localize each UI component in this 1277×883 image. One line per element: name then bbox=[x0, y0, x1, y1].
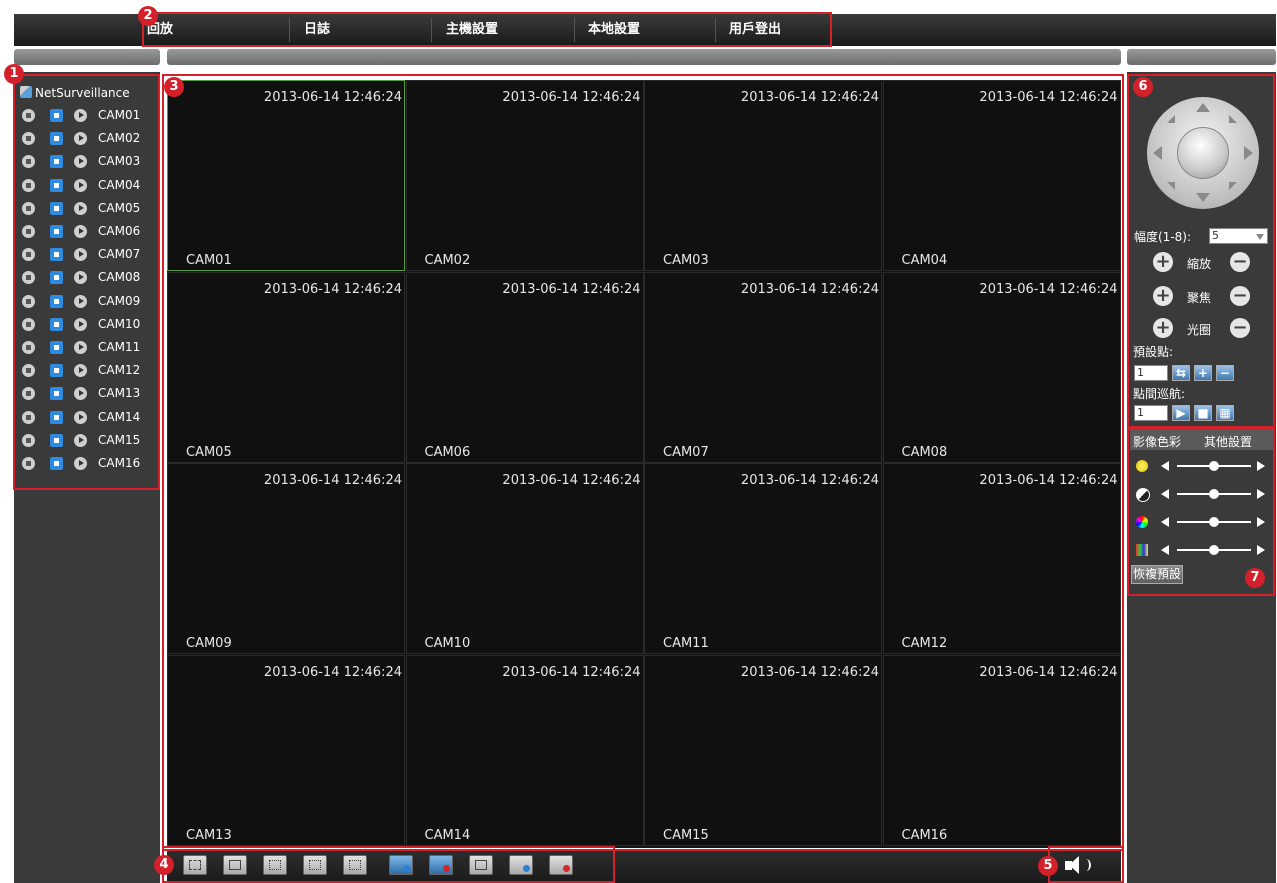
annotation-box-6 bbox=[1127, 74, 1275, 428]
left-header-strip bbox=[14, 49, 160, 65]
annotation-badge-7: 7 bbox=[1245, 568, 1265, 588]
right-header-strip bbox=[1127, 49, 1276, 65]
annotation-badge-4: 4 bbox=[154, 855, 174, 875]
annotation-badge-2: 2 bbox=[138, 6, 158, 26]
annotation-box-4 bbox=[162, 846, 615, 883]
annotation-box-3 bbox=[162, 74, 1124, 851]
annotation-badge-3: 3 bbox=[164, 77, 184, 97]
annotation-badge-5: 5 bbox=[1038, 856, 1058, 876]
center-header-strip bbox=[167, 49, 1121, 65]
annotation-badge-1: 1 bbox=[4, 64, 24, 84]
annotation-box-5 bbox=[1048, 846, 1124, 883]
annotation-box-1 bbox=[13, 74, 160, 490]
annotation-badge-6: 6 bbox=[1133, 77, 1153, 97]
annotation-box-2 bbox=[142, 12, 832, 47]
